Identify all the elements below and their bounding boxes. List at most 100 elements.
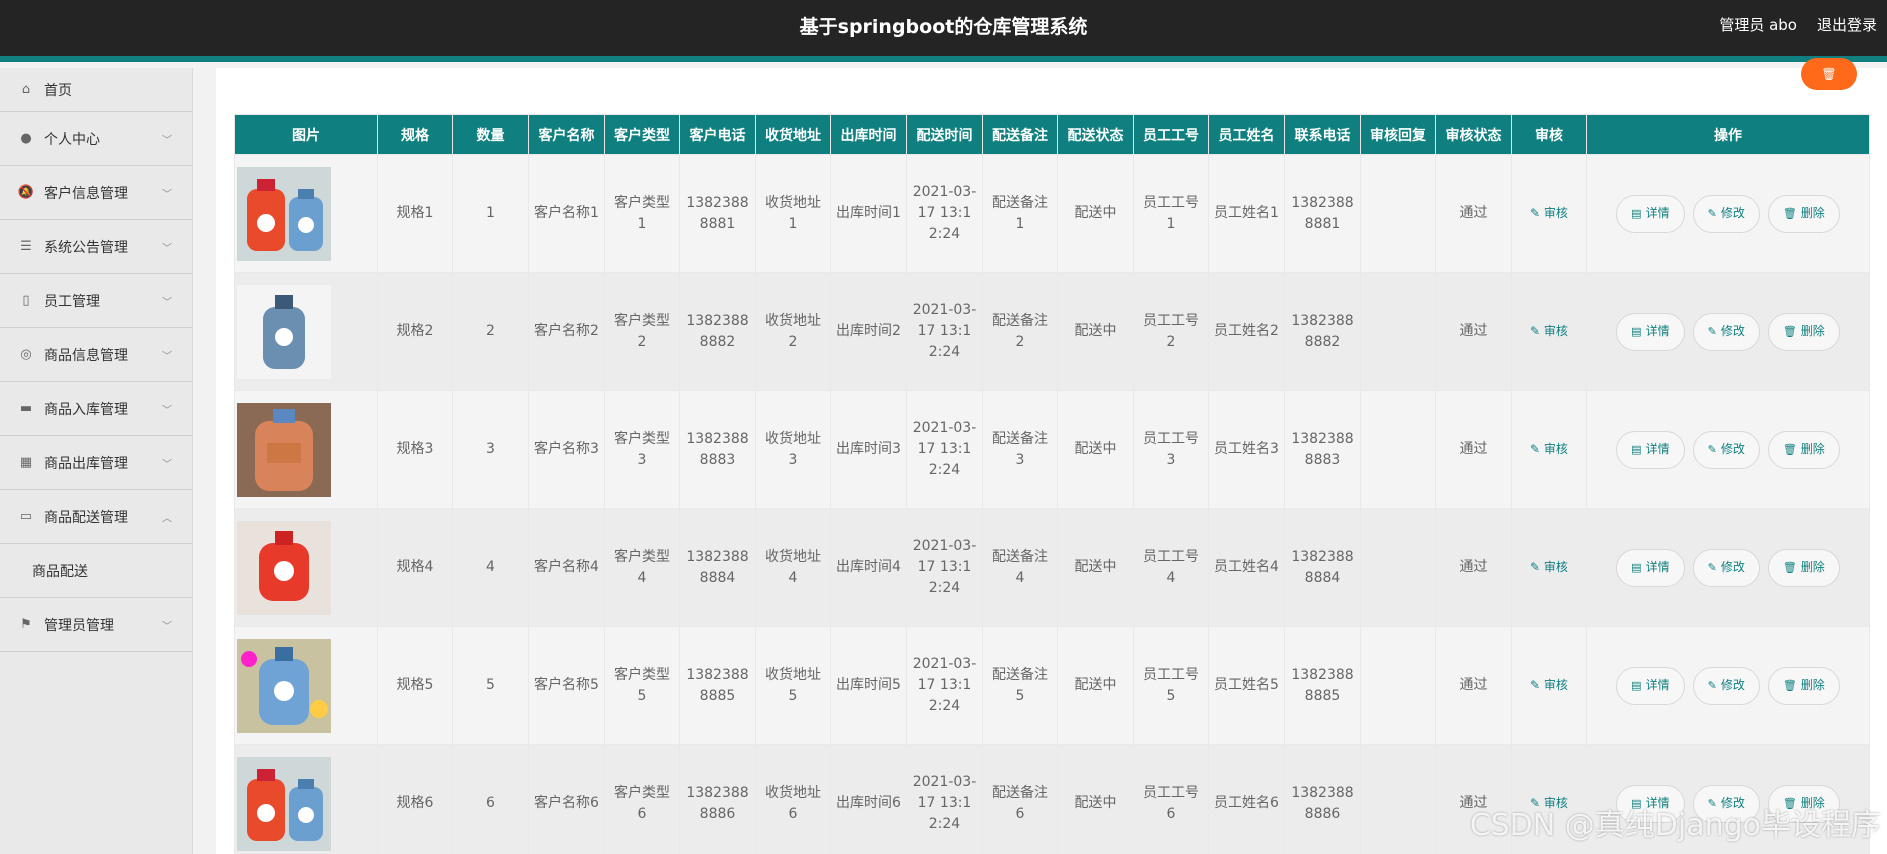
- cell-emp-name: 员工姓名6: [1208, 744, 1285, 854]
- cell-audit-reply: [1360, 154, 1436, 273]
- cell-delivery-time: 2021-03-17 13:12:24: [906, 272, 983, 391]
- edit-label: 修改: [1720, 560, 1745, 574]
- audit-link[interactable]: ✎ 审核: [1530, 324, 1568, 338]
- cell-address: 收货地址3: [755, 390, 831, 509]
- bell-icon: 🔕: [17, 185, 35, 200]
- delete-button[interactable]: 🗑 删除: [1767, 194, 1840, 233]
- home-icon: ⌂: [21, 82, 31, 97]
- compass-icon: ◎: [20, 347, 32, 362]
- detail-button[interactable]: ▤ 详情: [1616, 194, 1685, 233]
- document-icon: ▤: [1631, 679, 1642, 692]
- cell-customer-phone: 13823888881: [679, 154, 756, 273]
- col-header: 出库时间: [830, 114, 907, 155]
- cell-customer-type: 客户类型6: [604, 744, 680, 854]
- col-header: 客户电话: [679, 114, 756, 155]
- cell-delivery-time: 2021-03-17 13:12:24: [906, 508, 983, 627]
- sidebar-subitem-delivery[interactable]: 商品配送: [0, 544, 192, 598]
- audit-link[interactable]: ✎ 审核: [1530, 560, 1568, 574]
- cell-customer-name: 客户名称4: [528, 508, 605, 627]
- delete-button[interactable]: 🗑 删除: [1767, 666, 1840, 705]
- image-cell: [234, 390, 378, 509]
- document-icon: ▤: [1631, 443, 1642, 456]
- cell-contact-phone: 13823888884: [1284, 508, 1361, 627]
- sidebar-item-customer-info[interactable]: 🔕 客户信息管理 ﹀: [0, 166, 192, 220]
- edit-button[interactable]: ✎ 修改: [1692, 548, 1760, 587]
- delete-button[interactable]: 🗑 删除: [1767, 312, 1840, 351]
- audit-link-label: 审核: [1543, 560, 1568, 574]
- audit-link[interactable]: ✎ 审核: [1530, 206, 1568, 220]
- cell-emp-no: 员工工号1: [1133, 154, 1209, 273]
- cell-emp-no: 员工工号2: [1133, 272, 1209, 391]
- cell-delivery-status: 配送中: [1057, 508, 1134, 627]
- audit-link-label: 审核: [1543, 324, 1568, 338]
- audit-link-label: 审核: [1543, 442, 1568, 456]
- sidebar-item-delivery[interactable]: ▭ 商品配送管理 ︿: [0, 490, 192, 544]
- cell-emp-name: 员工姓名3: [1208, 390, 1285, 509]
- edit-button[interactable]: ✎ 修改: [1692, 430, 1760, 469]
- detail-button[interactable]: ▤ 详情: [1616, 312, 1685, 351]
- sidebar-item-admin[interactable]: ⚑ 管理员管理 ﹀: [0, 598, 192, 652]
- cell-address: 收货地址1: [755, 154, 831, 273]
- cell-spec: 规格4: [377, 508, 453, 627]
- sidebar-item-personal-center[interactable]: ● 个人中心 ﹀: [0, 112, 192, 166]
- edit-button[interactable]: ✎ 修改: [1692, 666, 1760, 705]
- sidebar-item-home[interactable]: ⌂ 首页: [0, 68, 192, 112]
- sidebar-item-label: 商品入库管理: [44, 401, 128, 418]
- audit-cell: ✎ 审核: [1511, 272, 1587, 391]
- cell-contact-phone: 13823888883: [1284, 390, 1361, 509]
- cell-delivery-time: 2021-03-17 13:12:24: [906, 390, 983, 509]
- edit-icon: ✎: [1530, 442, 1544, 456]
- delete-button[interactable]: 🗑 删除: [1767, 548, 1840, 587]
- col-header: 联系电话: [1284, 114, 1361, 155]
- cell-customer-phone: 13823888883: [679, 390, 756, 509]
- sidebar-item-employee[interactable]: ▯ 员工管理 ﹀: [0, 274, 192, 328]
- batch-delete-button[interactable]: 🗑: [1801, 58, 1857, 90]
- cell-customer-name: 客户名称5: [528, 626, 605, 745]
- delete-button[interactable]: 🗑 删除: [1767, 430, 1840, 469]
- sidebar-item-notice[interactable]: ☰ 系统公告管理 ﹀: [0, 220, 192, 274]
- chevron-down-icon: ﹀: [162, 621, 172, 632]
- edit-icon: ✎: [1707, 679, 1717, 692]
- cell-delivery-status: 配送中: [1057, 744, 1134, 854]
- sidebar-item-stock-in[interactable]: ▬ 商品入库管理 ﹀: [0, 382, 192, 436]
- detail-button[interactable]: ▤ 详情: [1616, 430, 1685, 469]
- logout-link[interactable]: 退出登录: [1817, 14, 1877, 35]
- sidebar-item-product-info[interactable]: ◎ 商品信息管理 ﹀: [0, 328, 192, 382]
- detail-button[interactable]: ▤ 详情: [1616, 548, 1685, 587]
- product-image: [237, 520, 372, 615]
- cell-customer-phone: 13823888884: [679, 508, 756, 627]
- sidebar-item-stock-out[interactable]: ▦ 商品出库管理 ﹀: [0, 436, 192, 490]
- image-cell: [234, 744, 378, 854]
- col-header: 员工工号: [1133, 114, 1209, 155]
- table-row: 规格1 1 客户名称1 客户类型1 13823888881 收货地址1 出库时间1 2021-…: [234, 154, 1870, 273]
- actions-cell: ▤ 详情 ✎ 修改 🗑 删除: [1586, 508, 1870, 627]
- edit-button[interactable]: ✎ 修改: [1692, 194, 1760, 233]
- cell-customer-type: 客户类型2: [604, 272, 680, 391]
- cell-delivery-note: 配送备注6: [982, 744, 1058, 854]
- app-title: 基于springboot的仓库管理系统: [799, 16, 1088, 38]
- cell-emp-name: 员工姓名2: [1208, 272, 1285, 391]
- col-header: 审核回复: [1360, 114, 1436, 155]
- cell-delivery-status: 配送中: [1057, 390, 1134, 509]
- sidebar-item-label: 员工管理: [44, 293, 100, 310]
- delete-label: 删除: [1800, 678, 1825, 692]
- cell-qty: 5: [452, 626, 529, 745]
- cell-delivery-time: 2021-03-17 13:12:24: [906, 154, 983, 273]
- cell-out-time: 出库时间3: [830, 390, 907, 509]
- audit-link[interactable]: ✎ 审核: [1530, 678, 1568, 692]
- audit-link[interactable]: ✎ 审核: [1530, 442, 1568, 456]
- cell-audit-status: 通过: [1435, 390, 1512, 509]
- cell-audit-status: 通过: [1435, 154, 1512, 273]
- cell-qty: 6: [452, 744, 529, 854]
- image-cell: [234, 272, 378, 391]
- cell-emp-name: 员工姓名1: [1208, 154, 1285, 273]
- delete-label: 删除: [1800, 324, 1825, 338]
- edit-button[interactable]: ✎ 修改: [1692, 312, 1760, 351]
- header-accent-bar: [0, 56, 1887, 62]
- actions-cell: ▤ 详情 ✎ 修改 🗑 删除: [1586, 154, 1870, 273]
- col-header: 审核: [1511, 114, 1587, 155]
- edit-label: 修改: [1720, 206, 1745, 220]
- detail-button[interactable]: ▤ 详情: [1616, 666, 1685, 705]
- document-icon: ▤: [1631, 325, 1642, 338]
- sidebar-item-label: 客户信息管理: [44, 185, 128, 202]
